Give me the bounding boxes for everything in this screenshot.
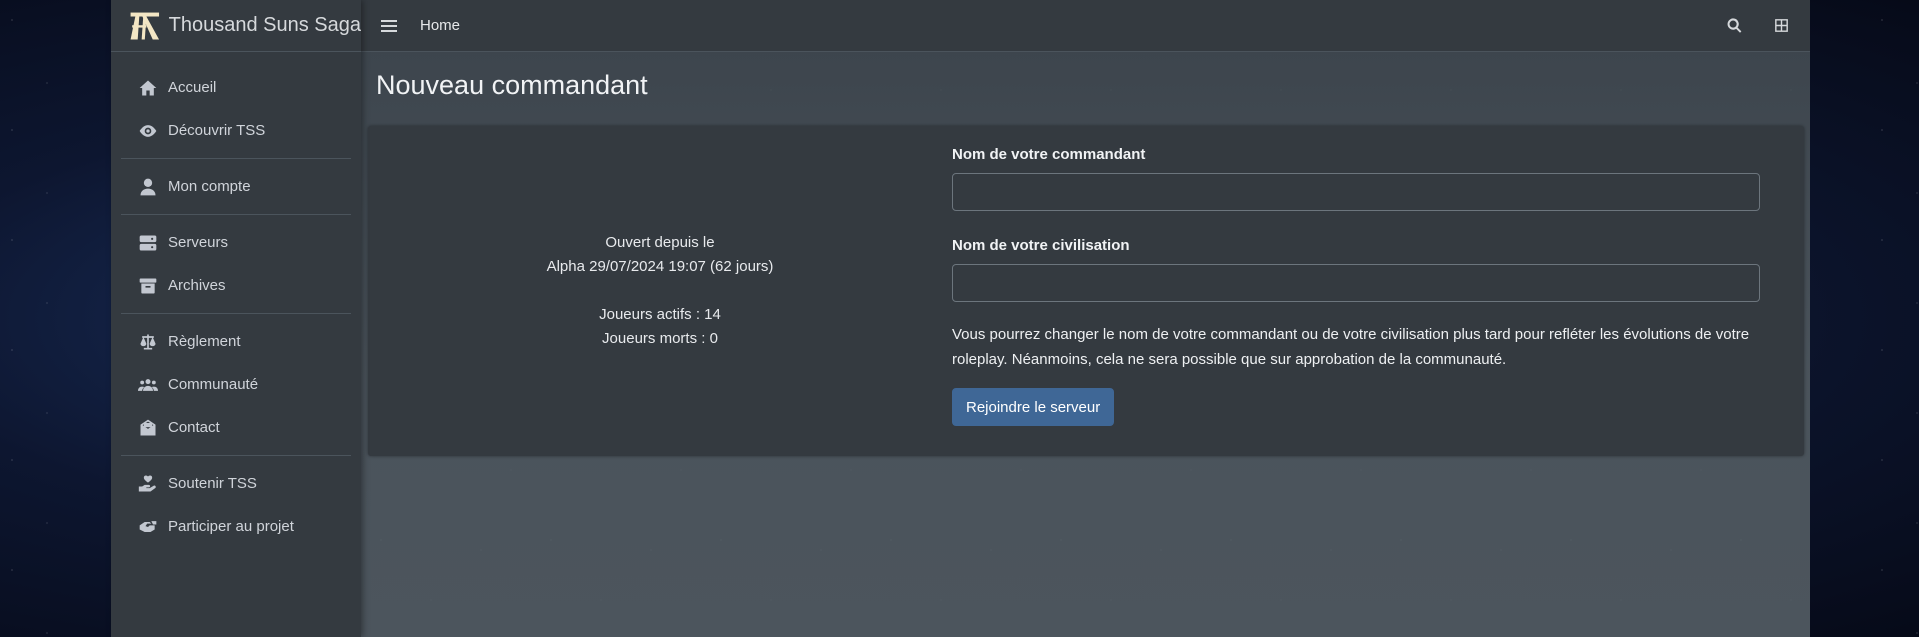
sidebar-item-label: Serveurs <box>168 234 229 251</box>
hands-helping-icon <box>137 516 159 538</box>
main-content: Home Nouveau commandant Ouvert depuis le… <box>361 0 1810 637</box>
tss-logo-icon <box>130 12 160 39</box>
civilization-name-label: Nom de votre civilisation <box>952 237 1130 254</box>
eye-icon <box>137 120 159 142</box>
sidebar-item-mon-compte[interactable]: Mon compte <box>121 165 351 208</box>
app-shell: Thousand Suns Saga Accueil Découvrir TSS <box>111 0 1810 637</box>
user-icon <box>137 176 159 198</box>
sidebar-item-label: Règlement <box>168 333 241 350</box>
archive-icon <box>137 275 159 297</box>
help-text: Vous pourrez changer le nom de votre com… <box>952 326 1750 368</box>
sidebar-item-label: Soutenir TSS <box>168 475 257 492</box>
page-title: Nouveau commandant <box>376 70 648 100</box>
nav-group-main: Accueil Découvrir TSS <box>121 60 351 159</box>
sidebar-item-label: Accueil <box>168 79 217 96</box>
sidebar-item-communaute[interactable]: Communauté <box>121 363 351 406</box>
home-link[interactable]: Home <box>420 17 460 34</box>
envelope-open-icon <box>137 417 159 439</box>
sidebar-item-decouvrir[interactable]: Découvrir TSS <box>121 109 351 152</box>
commander-name-input[interactable] <box>952 173 1760 211</box>
sidebar-item-participer[interactable]: Participer au projet <box>121 505 351 548</box>
sidebar-item-label: Découvrir TSS <box>168 122 266 139</box>
users-icon <box>137 374 159 396</box>
search-icon[interactable] <box>1726 17 1743 34</box>
dead-players: Joueurs morts : 0 <box>602 330 718 347</box>
home-icon <box>137 77 159 99</box>
new-commander-card: Ouvert depuis le Alpha 29/07/2024 19:07 … <box>368 126 1804 456</box>
sidebar-item-accueil[interactable]: Accueil <box>121 66 351 109</box>
server-icon <box>137 232 159 254</box>
brand-name: Thousand Suns Saga <box>168 14 361 36</box>
active-players: Joueurs actifs : 14 <box>599 306 721 323</box>
topbar-actions <box>1726 17 1794 34</box>
opened-since-label: Ouvert depuis le <box>605 234 715 251</box>
sidebar-item-label: Communauté <box>168 376 259 393</box>
grid-icon[interactable] <box>1773 17 1790 34</box>
sidebar-item-reglement[interactable]: Règlement <box>121 320 351 363</box>
hand-holding-heart-icon <box>137 473 159 495</box>
scale-icon <box>137 331 159 353</box>
nav-group-community: Règlement Communauté Contact <box>121 314 351 456</box>
sidebar-item-label: Participer au projet <box>168 518 294 535</box>
nav-group-servers: Serveurs Archives <box>121 215 351 314</box>
sidebar-item-archives[interactable]: Archives <box>121 264 351 307</box>
join-server-button[interactable]: Rejoindre le serveur <box>952 388 1115 426</box>
nav-group-support: Soutenir TSS Participer au projet <box>121 456 351 554</box>
commander-name-label: Nom de votre commandant <box>952 146 1146 163</box>
civilization-name-input[interactable] <box>952 264 1760 302</box>
sidebar-item-label: Mon compte <box>168 178 251 195</box>
sidebar-item-label: Archives <box>168 277 226 294</box>
sidebar-item-label: Contact <box>168 419 220 436</box>
top-navbar: Home <box>361 0 1810 52</box>
sidebar-item-contact[interactable]: Contact <box>121 406 351 449</box>
sidebar-nav: Accueil Découvrir TSS Mon compte Serveur… <box>111 52 361 554</box>
sidebar: Thousand Suns Saga Accueil Découvrir TSS <box>111 0 361 637</box>
nav-group-account: Mon compte <box>121 159 351 215</box>
opened-since-value: Alpha 29/07/2024 19:07 (62 jours) <box>546 258 774 275</box>
commander-form: Nom de votre commandant Nom de votre civ… <box>952 126 1804 456</box>
sidebar-item-soutenir[interactable]: Soutenir TSS <box>121 462 351 505</box>
hamburger-icon[interactable] <box>381 19 397 33</box>
brand-link[interactable]: Thousand Suns Saga <box>111 0 361 52</box>
sidebar-item-serveurs[interactable]: Serveurs <box>121 221 351 264</box>
server-info: Ouvert depuis le Alpha 29/07/2024 19:07 … <box>368 126 952 456</box>
